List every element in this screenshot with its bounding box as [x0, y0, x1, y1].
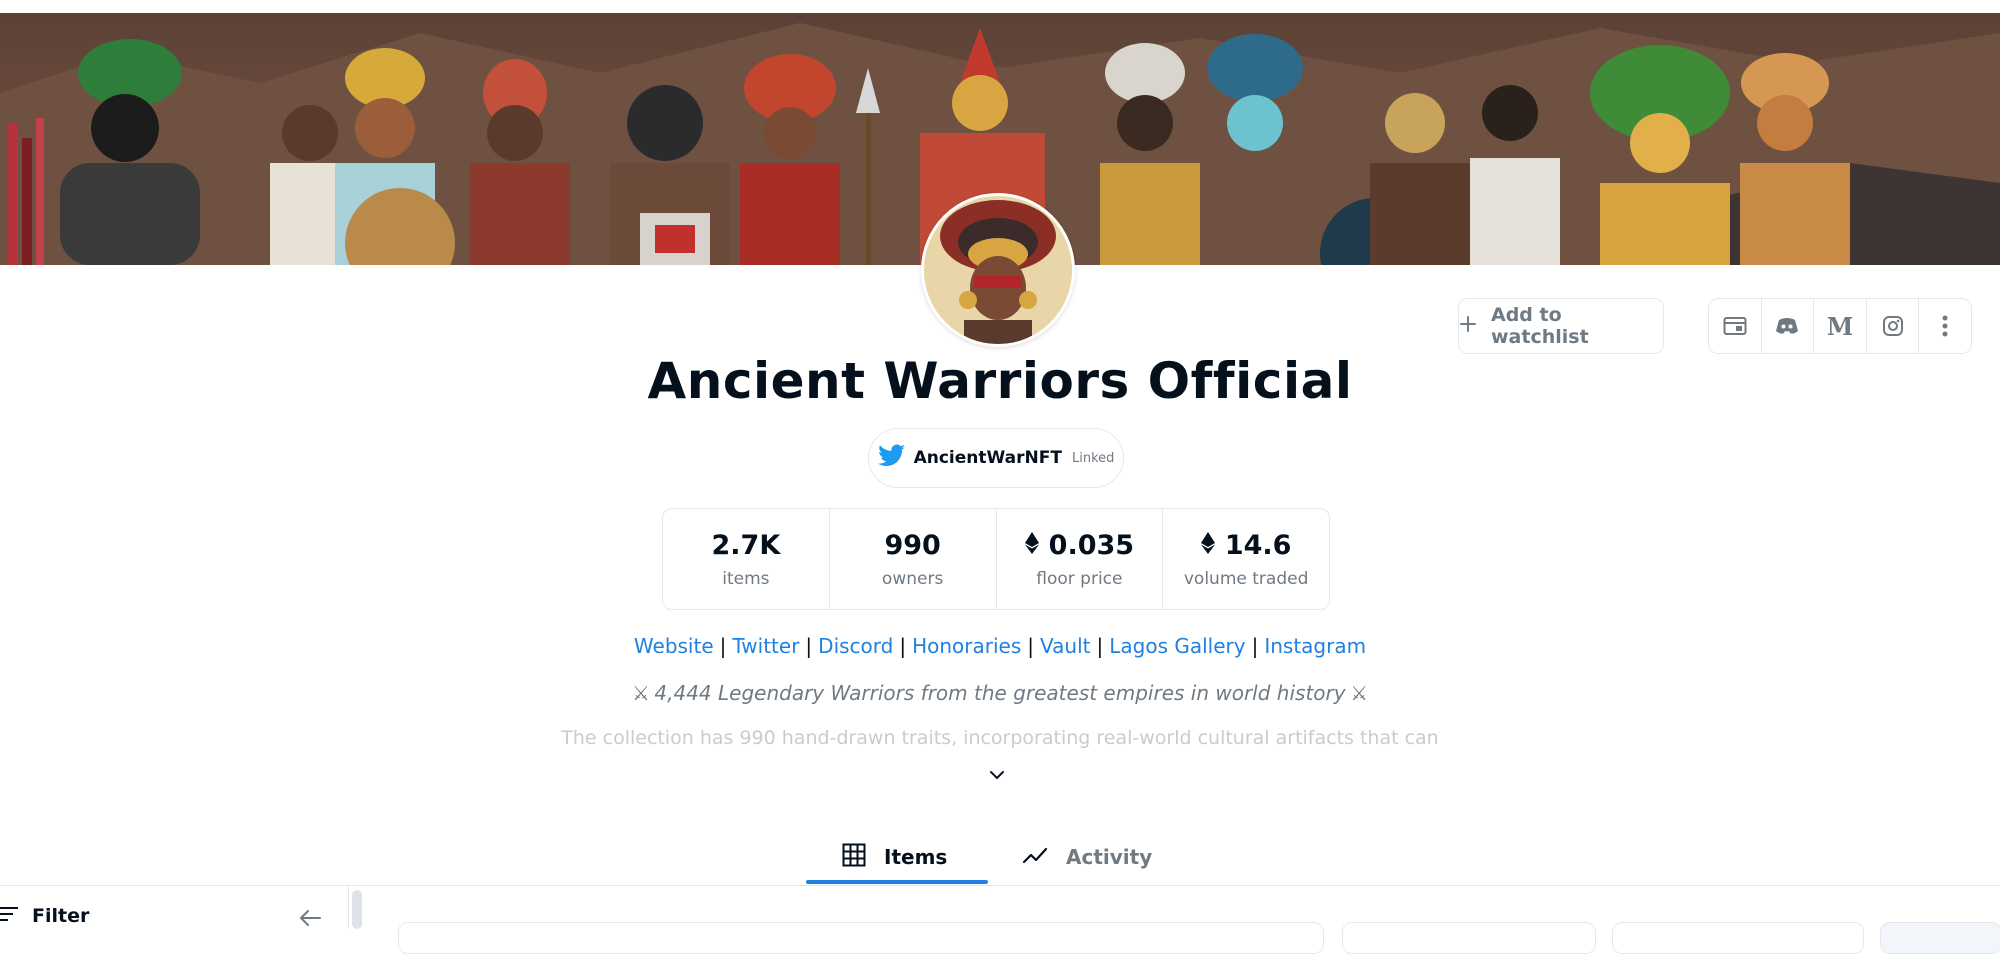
stat-label: floor price: [1036, 568, 1123, 589]
medium-icon[interactable]: M: [1814, 299, 1867, 353]
stat-label: volume traded: [1183, 568, 1309, 589]
discord-icon[interactable]: [1762, 299, 1815, 353]
filter-icon: [0, 905, 20, 927]
link-separator: |: [899, 634, 907, 658]
collection-title: Ancient Warriors Official: [647, 352, 1353, 410]
watchlist-label: Add to watchlist: [1491, 304, 1589, 348]
search-input[interactable]: [398, 922, 1324, 954]
stat-items[interactable]: 2.7K items: [663, 509, 830, 609]
link-twitter[interactable]: Twitter: [732, 634, 799, 658]
stat-value: 990: [884, 529, 941, 561]
more-icon[interactable]: [1919, 299, 1971, 353]
tab-activity[interactable]: Activity: [1022, 830, 1152, 884]
tabs-divider: [0, 885, 2000, 886]
tab-label: Items: [884, 845, 948, 869]
social-icon-group: M: [1708, 298, 1972, 354]
linked-label: Linked: [1071, 450, 1115, 466]
status-dropdown[interactable]: [1342, 922, 1596, 954]
filter-toggle[interactable]: Filter: [0, 905, 89, 927]
twitter-icon: [877, 444, 906, 472]
link-separator: |: [1096, 634, 1104, 658]
link-website[interactable]: Website: [634, 634, 714, 658]
link-honoraries[interactable]: Honoraries: [912, 634, 1021, 658]
stat-value: 14.6: [1224, 529, 1292, 561]
chevron-down-icon[interactable]: [988, 766, 1006, 784]
sidebar-divider: [348, 886, 349, 929]
stat-value: 2.7K: [711, 529, 781, 561]
collection-tagline: ⚔ 4,444 Legendary Warriors from the grea…: [633, 681, 1367, 705]
website-icon[interactable]: [1709, 299, 1762, 353]
link-separator: |: [719, 634, 727, 658]
stat-value: 0.035: [1048, 529, 1135, 561]
link-lagos-gallery[interactable]: Lagos Gallery: [1109, 634, 1245, 658]
twitter-handle: AncientWarNFT: [913, 448, 1062, 468]
active-tab-indicator: [806, 880, 988, 884]
link-separator: |: [1027, 634, 1035, 658]
collapse-arrow-icon[interactable]: [298, 908, 322, 932]
stat-floor-price[interactable]: 0.035 floor price: [997, 509, 1164, 609]
plus-icon: [1459, 315, 1477, 338]
link-separator: |: [1251, 634, 1259, 658]
link-instagram[interactable]: Instagram: [1264, 634, 1366, 658]
collection-links: Website | Twitter | Discord | Honoraries | Vault…: [0, 634, 2000, 658]
sidebar-scrollbar[interactable]: [352, 890, 362, 929]
tab-label: Activity: [1066, 845, 1153, 869]
ethereum-icon: [1024, 530, 1039, 561]
ethereum-icon: [1200, 530, 1215, 561]
add-to-watchlist-button[interactable]: Add to watchlist: [1458, 298, 1664, 354]
tab-items[interactable]: Items: [842, 830, 947, 884]
link-discord[interactable]: Discord: [818, 634, 893, 658]
collection-description: The collection has 990 hand-drawn traits…: [561, 727, 1439, 749]
stat-label: items: [722, 568, 770, 589]
sort-dropdown[interactable]: [1612, 922, 1864, 954]
stat-volume-traded[interactable]: 14.6 volume traded: [1163, 509, 1329, 609]
filter-label: Filter: [32, 905, 90, 927]
twitter-linked-pill[interactable]: AncientWarNFT Linked: [868, 428, 1124, 488]
view-toggle[interactable]: [1880, 922, 2000, 954]
stat-label: owners: [881, 568, 944, 589]
chart-line-icon: [1022, 845, 1048, 870]
link-separator: |: [805, 634, 813, 658]
collection-avatar: [921, 193, 1075, 347]
link-vault[interactable]: Vault: [1040, 634, 1090, 658]
stat-owners[interactable]: 990 owners: [830, 509, 997, 609]
collection-stats: 2.7K items 990 owners 0.035 floor price …: [662, 508, 1330, 610]
grid-icon: [842, 843, 866, 872]
instagram-icon[interactable]: [1867, 299, 1920, 353]
